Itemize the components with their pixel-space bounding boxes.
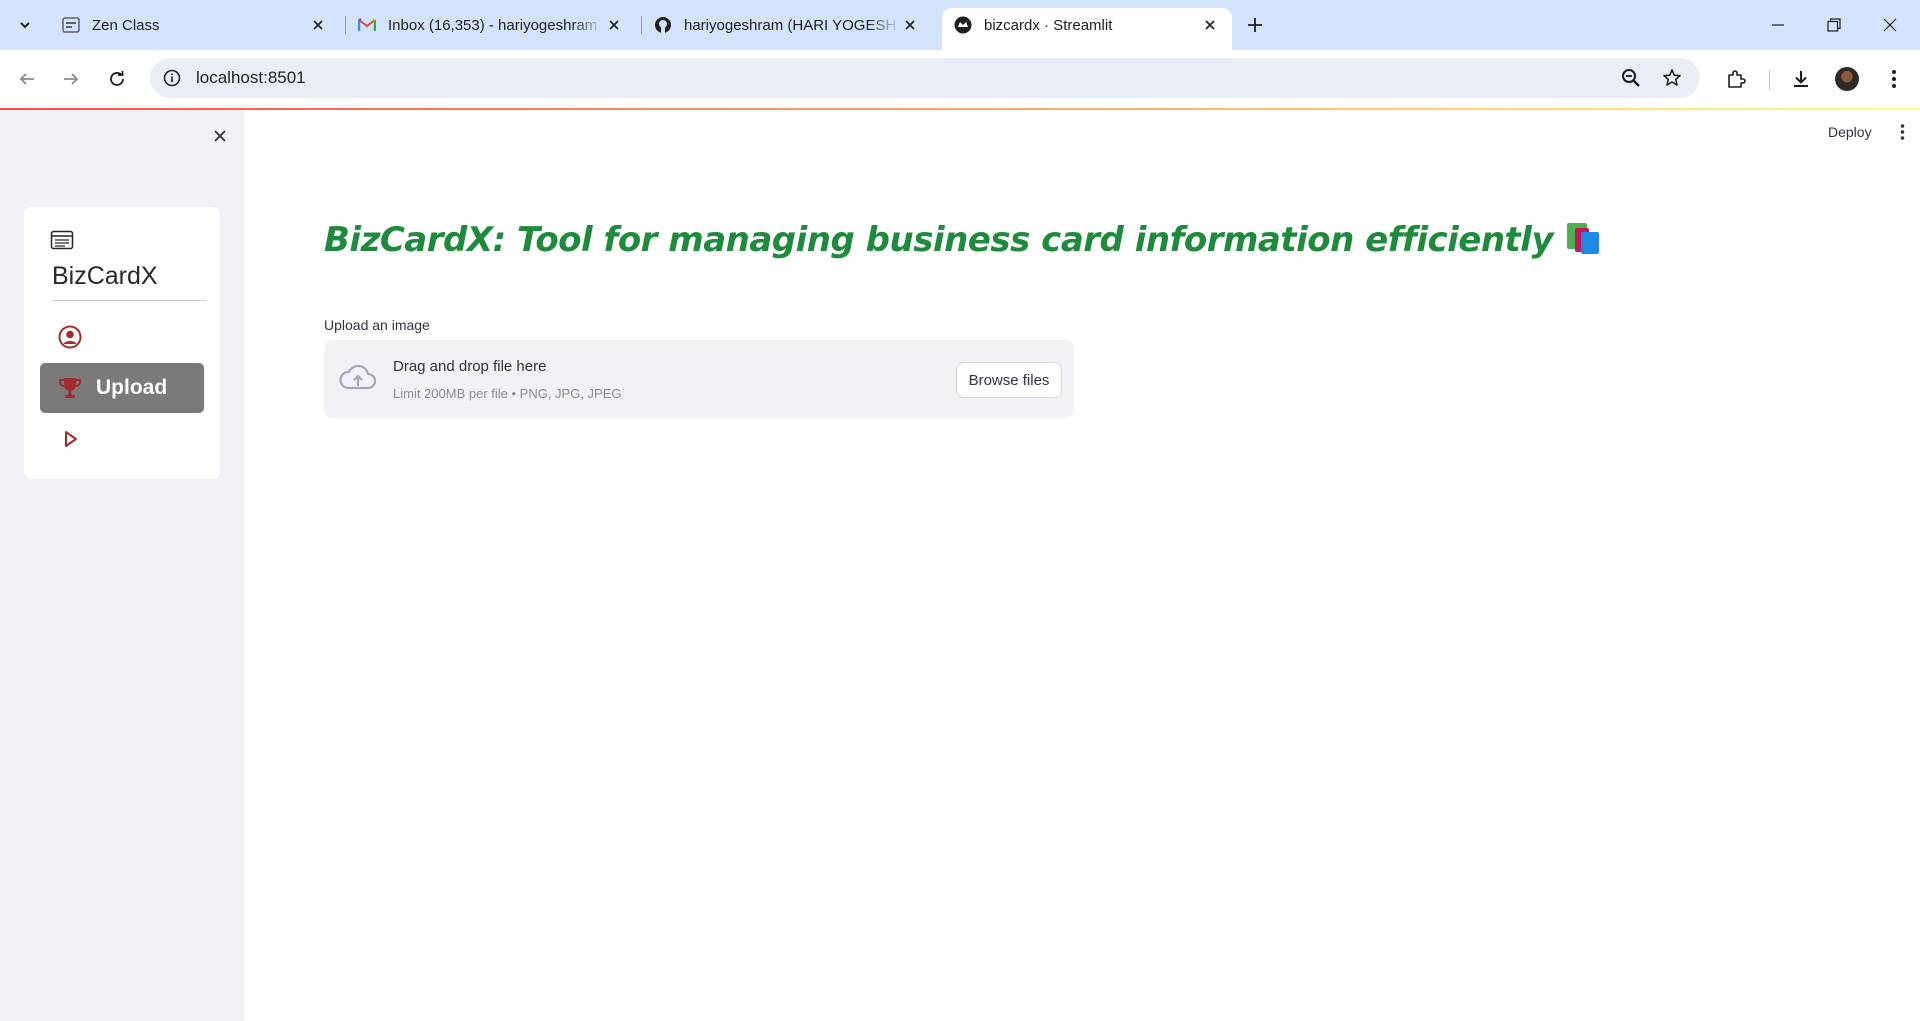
back-button[interactable]: [10, 62, 44, 96]
close-window-button[interactable]: [1862, 0, 1918, 50]
minimize-icon: [1772, 24, 1784, 26]
tab-title: Zen Class: [92, 16, 160, 34]
main-menu-button[interactable]: [1892, 122, 1912, 142]
menu-item-label: Upload: [96, 376, 168, 399]
deploy-button[interactable]: Deploy: [1828, 124, 1872, 140]
person-circle-icon: [58, 325, 82, 349]
tab-title: hariyogeshram (HARI YOGESH R: [684, 16, 900, 34]
uploader-label: Upload an image: [324, 317, 430, 333]
tab-title: bizcardx · Streamlit: [984, 16, 1113, 34]
streamlit-icon: [954, 16, 972, 34]
tab-zen-class[interactable]: Zen Class: [50, 8, 340, 42]
dropzone-limit: Limit 200MB per file • PNG, JPG, JPEG: [393, 386, 622, 401]
forward-button[interactable]: [54, 62, 88, 96]
close-sidebar-button[interactable]: [208, 124, 232, 148]
url-text[interactable]: localhost:8501: [196, 68, 306, 88]
browser-menu-button[interactable]: [1878, 63, 1910, 95]
file-dropzone[interactable]: Drag and drop file here Limit 200MB per …: [324, 340, 1074, 418]
page-title: BizCardX: Tool for managing business car…: [324, 220, 1601, 260]
menu-item-upload[interactable]: Upload: [40, 363, 204, 413]
arrow-left-icon: [19, 73, 34, 85]
tab-github[interactable]: hariyogeshram (HARI YOGESH R: [642, 8, 932, 42]
new-tab-button[interactable]: [1240, 11, 1270, 39]
close-icon: [1883, 18, 1897, 32]
restore-button[interactable]: [1806, 0, 1862, 50]
card-list-icon: [50, 230, 74, 250]
plus-icon: [1248, 18, 1262, 32]
menu-divider: [52, 300, 206, 301]
download-icon: [1794, 71, 1808, 87]
tab-title: Inbox (16,353) - hariyogeshram: [388, 16, 598, 34]
zen-class-icon: [62, 16, 80, 34]
dropzone-instructions: Drag and drop file here: [393, 358, 547, 375]
tab-search-button[interactable]: [8, 10, 42, 40]
browser-toolbar: localhost:8501: [0, 50, 1920, 108]
more-vertical-icon: [1900, 124, 1904, 140]
tab-gmail-inbox[interactable]: Inbox (16,353) - hariyogeshram: [346, 8, 636, 42]
close-tab-icon[interactable]: [308, 15, 328, 35]
chevron-down-icon: [20, 22, 30, 29]
arrow-right-icon: [64, 73, 79, 85]
reload-icon: [110, 71, 124, 86]
site-info-icon[interactable]: [162, 68, 182, 88]
profile-button[interactable]: [1831, 63, 1863, 95]
menu-item-profile[interactable]: [40, 312, 204, 362]
tab-streamlit-bizcardx[interactable]: bizcardx · Streamlit: [942, 8, 1232, 50]
restore-icon: [1827, 18, 1841, 32]
downloads-button[interactable]: [1785, 63, 1817, 95]
cloud-upload-icon: [339, 364, 377, 390]
menu-title: BizCardX: [52, 262, 158, 290]
toolbar-divider: [1769, 70, 1770, 90]
reload-button[interactable]: [100, 62, 134, 96]
more-vertical-icon: [1892, 70, 1896, 88]
minimize-button[interactable]: [1750, 0, 1806, 50]
trophy-icon: [59, 378, 81, 398]
avatar: [1835, 67, 1859, 91]
gmail-icon: [358, 16, 376, 34]
zoom-icon[interactable]: [1618, 65, 1644, 91]
option-menu: BizCardX Upload: [24, 207, 220, 479]
puzzle-icon: [1728, 70, 1746, 88]
sidebar: BizCardX Upload: [0, 110, 244, 1021]
github-icon: [654, 16, 672, 34]
browser-tabstrip: Zen Class Inbox (16,353) - hariyogeshram…: [0, 0, 1920, 50]
extensions-button[interactable]: [1720, 63, 1752, 95]
close-tab-icon[interactable]: [604, 15, 624, 35]
bookmark-star-icon[interactable]: [1659, 65, 1685, 91]
close-tab-icon[interactable]: [1200, 15, 1220, 35]
close-tab-icon[interactable]: [900, 15, 920, 35]
browse-files-button[interactable]: Browse files: [956, 362, 1062, 398]
main-content: Deploy BizCardX: Tool for managing busin…: [244, 110, 1920, 1021]
close-icon: [214, 130, 226, 142]
address-bar[interactable]: localhost:8501: [150, 58, 1700, 98]
play-icon: [65, 431, 77, 447]
books-icon: [1565, 223, 1601, 255]
menu-item-play[interactable]: [40, 414, 204, 464]
page-title-text: BizCardX: Tool for managing business car…: [324, 220, 1554, 260]
